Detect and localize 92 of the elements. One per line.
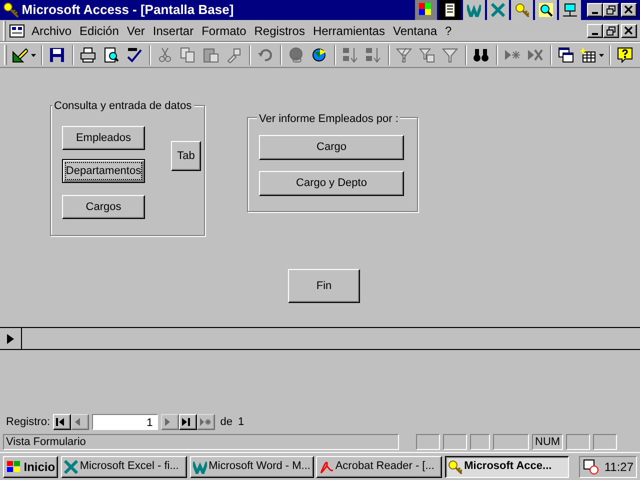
new-record-icon <box>200 418 212 426</box>
binoculars-icon <box>473 47 490 63</box>
restore-icon <box>606 26 616 36</box>
document-minimize-button[interactable] <box>586 24 602 38</box>
sort-ascending-icon <box>342 47 358 63</box>
exit-button[interactable]: Fin <box>288 269 360 303</box>
cross-icon <box>64 460 78 474</box>
start-button[interactable]: Inicio <box>2 456 58 478</box>
spelling-icon <box>126 47 142 63</box>
close-button[interactable] <box>621 3 638 17</box>
record-pointer-icon <box>7 334 14 344</box>
brush-icon <box>226 47 242 63</box>
caret-icon <box>30 54 36 56</box>
restore-button[interactable] <box>602 3 618 17</box>
menu-item[interactable]: Edición <box>76 22 123 40</box>
caret-icon <box>598 54 604 56</box>
close-icon <box>624 5 634 15</box>
menu-item[interactable]: ? <box>441 22 456 40</box>
form-button[interactable]: Cargo y Depto <box>259 171 404 196</box>
windows-icon <box>558 47 574 63</box>
status-pane <box>493 434 529 450</box>
scheduler-icon[interactable] <box>582 458 599 474</box>
network-icon[interactable] <box>559 0 581 20</box>
form-button[interactable]: Cargo <box>259 135 404 160</box>
clipboard-icon <box>203 47 220 63</box>
status-pane <box>416 434 440 450</box>
scissors-icon <box>157 47 174 63</box>
clock: 11:27 <box>604 458 634 476</box>
form-button[interactable]: Tab <box>171 141 201 171</box>
delete-record-icon <box>527 47 544 63</box>
last-record-button[interactable] <box>178 414 197 430</box>
frame-label: Ver informe Empleados por : <box>257 111 400 128</box>
menu-item[interactable]: Insertar <box>148 22 198 40</box>
help-icon <box>617 47 633 63</box>
funnel-form-icon <box>419 47 436 63</box>
key-icon <box>448 460 462 474</box>
record-label: Registro: <box>6 414 50 430</box>
app-key-icon <box>2 2 19 18</box>
new-record-icon <box>504 47 520 63</box>
funnel-icon <box>442 47 458 63</box>
menu-item[interactable]: Formato <box>198 22 250 40</box>
taskbar-button[interactable]: Microsoft Acce... <box>445 456 570 478</box>
close-icon <box>624 26 634 36</box>
preview-icon <box>103 47 120 63</box>
swirl-icon <box>319 460 334 474</box>
letter-icon <box>192 460 207 474</box>
printer-icon <box>80 47 96 63</box>
save-icon <box>49 47 66 63</box>
status-pane <box>470 434 490 450</box>
office-logo-icon[interactable] <box>415 0 437 20</box>
form-button[interactable]: Cargos <box>62 195 145 219</box>
minimize-icon <box>592 32 598 34</box>
menu-item[interactable]: Herramientas <box>308 22 389 40</box>
menu-item[interactable]: Ver <box>122 22 149 40</box>
sort-descending-icon <box>365 47 382 63</box>
menu-item[interactable]: Ventana <box>388 22 442 40</box>
status-indicator: NUM <box>532 434 564 450</box>
status-pane <box>593 434 618 450</box>
undo-icon <box>257 47 274 63</box>
key-icon[interactable] <box>511 0 533 20</box>
taskbar-button[interactable]: Microsoft Excel - fi... <box>60 456 187 478</box>
design-view-icon <box>12 47 28 63</box>
globe-arrows-icon <box>311 47 328 63</box>
record-of-label: de <box>220 414 233 430</box>
cross-icon[interactable] <box>487 0 509 20</box>
copy-icon <box>180 47 196 63</box>
form-icon[interactable] <box>8 24 25 38</box>
frame-label: Consulta y entrada de datos <box>52 98 194 114</box>
menu-item[interactable]: Registros <box>250 22 309 40</box>
minimize-button[interactable] <box>586 3 602 17</box>
funnel-bolt-icon <box>396 47 412 63</box>
record-total: 1 <box>238 414 244 430</box>
document-close-button[interactable] <box>621 24 638 38</box>
first-record-button[interactable] <box>52 414 71 430</box>
menu-item[interactable]: Archivo <box>28 22 76 40</box>
magnifier-icon[interactable] <box>535 0 557 20</box>
status-text: Vista Formulario <box>3 434 399 450</box>
minimize-icon <box>592 12 598 14</box>
record-number-field[interactable]: 1 <box>92 414 158 430</box>
restore-icon <box>606 5 616 15</box>
taskbar-button[interactable]: Acrobat Reader - [... <box>316 456 442 478</box>
notepad-icon[interactable] <box>439 0 461 20</box>
taskbar-button[interactable]: Microsoft Word - M... <box>190 456 314 478</box>
flag-icon <box>6 460 22 474</box>
status-pane <box>566 434 590 450</box>
form-button[interactable]: Departamentos <box>62 159 145 183</box>
globe-icon <box>288 47 304 63</box>
window-title: Microsoft Access - [Pantalla Base] <box>20 1 234 20</box>
document-restore-button[interactable] <box>602 24 618 38</box>
form-button[interactable]: Empleados <box>62 126 145 150</box>
new-table-icon <box>580 47 596 63</box>
status-pane <box>443 434 467 450</box>
